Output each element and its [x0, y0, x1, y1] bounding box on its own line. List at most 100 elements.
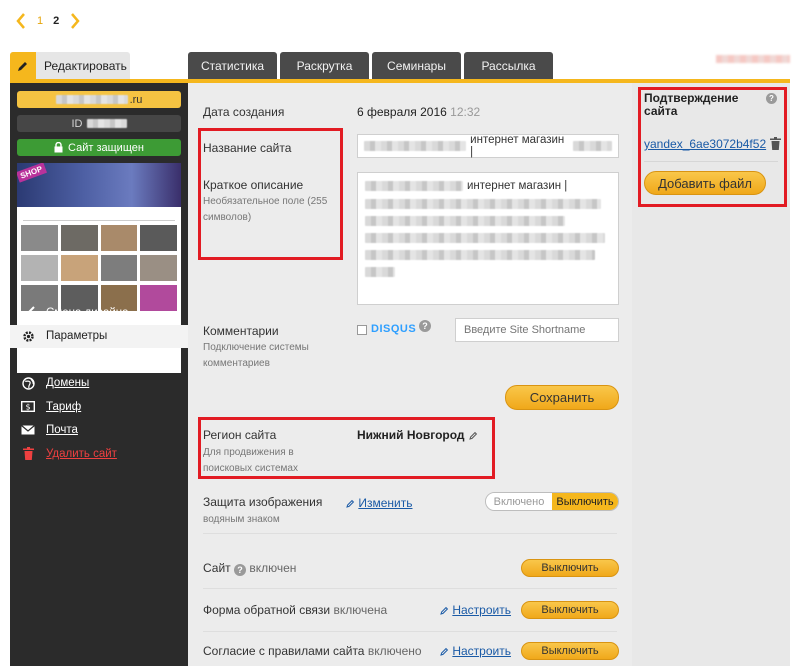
- blurred-description-line: [365, 199, 601, 209]
- divider: [203, 631, 617, 632]
- divider: [644, 161, 778, 162]
- main-settings-panel: Дата создания 6 февраля 2016 12:32 Назва…: [188, 83, 632, 666]
- tab-mailing[interactable]: Рассылка: [464, 52, 553, 79]
- blurred-domain: [55, 95, 128, 104]
- domain-suffix: .ru: [129, 93, 143, 106]
- image-protect-change-link[interactable]: Изменить: [346, 496, 412, 510]
- edit-region-icon[interactable]: [469, 429, 478, 443]
- domain-badge[interactable]: .ru: [17, 91, 181, 108]
- description-label: Краткое описание: [203, 178, 304, 192]
- lock-icon: [54, 142, 63, 153]
- blurred-description-line: [365, 233, 605, 243]
- pagination: 1 2: [10, 10, 86, 32]
- sidebar-item-design[interactable]: Смена дизайна: [10, 301, 188, 325]
- brush-icon: [20, 306, 36, 320]
- pencil-icon: [10, 52, 36, 79]
- thumbnail-banner: SHOP: [17, 163, 181, 207]
- region-label: Регион сайта: [203, 428, 277, 442]
- sidebar-item-shop[interactable]: Интернет-магазин: [10, 348, 188, 372]
- sidebar-menu: Смена дизайна Параметры Интернет-магазин…: [10, 301, 188, 466]
- site-id-label: ID: [71, 117, 83, 130]
- sidebar-item-parameters[interactable]: Параметры: [10, 324, 188, 348]
- disqus-logo: DISQUS: [371, 323, 417, 335]
- tab-edit[interactable]: Редактировать: [10, 52, 130, 79]
- site-name-input[interactable]: интернет магазин |: [357, 134, 619, 158]
- comments-hint: Подключение системы комментариев: [203, 342, 309, 369]
- save-button[interactable]: Сохранить: [505, 385, 619, 410]
- feedback-form-label: Форма обратной связи включена: [203, 603, 388, 617]
- feedback-disable-button[interactable]: Выключить: [521, 601, 619, 619]
- site-protected-label: Сайт защищен: [68, 141, 144, 154]
- change-link-label: Изменить: [358, 496, 413, 510]
- created-time: 12:32: [450, 105, 481, 119]
- sidebar-item-label: Интернет-магазин: [46, 353, 143, 366]
- verification-title: Подтверждение сайта: [644, 91, 739, 118]
- description-hint: Необязательное поле (255 символов): [203, 196, 328, 223]
- sidebar-item-mail[interactable]: Почта: [10, 419, 188, 443]
- image-protect-label: Защита изображения: [203, 495, 323, 509]
- comments-label: Комментарии: [203, 324, 279, 338]
- page-link-1[interactable]: 1: [37, 15, 43, 27]
- pencil-icon: [440, 648, 449, 657]
- sidebar: .ru ID Сайт защищен SHOP Смена дизайна П…: [10, 83, 188, 666]
- site-disable-button[interactable]: Выключить: [521, 559, 619, 577]
- sidebar-item-label: Удалить сайт: [46, 447, 117, 460]
- toggle-enabled-label: Включено: [486, 493, 552, 510]
- site-id-badge: ID: [17, 115, 181, 132]
- toggle-disable-label: Выключить: [552, 493, 618, 510]
- image-protect-toggle[interactable]: Включено Выключить: [485, 492, 619, 511]
- sidebar-item-label: Тариф: [46, 400, 82, 413]
- description-value: интернет магазин |: [467, 179, 568, 192]
- pencil-icon: [346, 500, 355, 509]
- sidebar-item-label: Домены: [46, 377, 90, 390]
- site-name-value: интернет магазин |: [470, 134, 565, 158]
- blurred-description: [365, 180, 463, 191]
- description-textarea[interactable]: интернет магазин |: [357, 172, 619, 305]
- page-current: 2: [53, 15, 60, 27]
- site-protected-badge: Сайт защищен: [17, 139, 181, 156]
- disqus-checkbox[interactable]: [357, 325, 367, 335]
- trash-icon[interactable]: [770, 137, 781, 153]
- created-label: Дата создания: [203, 105, 285, 119]
- region-hint: Для продвижения в поисковых системах: [203, 447, 298, 474]
- help-icon[interactable]: ?: [766, 93, 777, 104]
- pencil-icon: [440, 607, 449, 616]
- tab-statistics[interactable]: Статистика: [188, 52, 277, 79]
- created-value: 6 февраля 2016 12:32: [357, 105, 480, 119]
- disqus-shortname-input[interactable]: [455, 318, 619, 342]
- image-protect-hint: водяным знаком: [203, 514, 280, 525]
- tab-seminars[interactable]: Семинары: [372, 52, 461, 79]
- blurred-site-name: [364, 141, 467, 151]
- verification-panel: Подтверждение сайта ? yandex_6ae3072b4f5…: [632, 83, 790, 666]
- agreement-disable-button[interactable]: Выключить: [521, 642, 619, 660]
- sidebar-item-label: Смена дизайна: [46, 306, 129, 319]
- sidebar-item-label: Почта: [46, 424, 78, 437]
- tab-promotion[interactable]: Раскрутка: [280, 52, 369, 79]
- svg-text:$: $: [25, 403, 30, 412]
- thumbnail-badge: SHOP: [17, 163, 47, 183]
- blurred-description-line: [365, 250, 595, 260]
- blurred-site-id: [86, 119, 127, 128]
- dollar-icon: $: [20, 400, 36, 414]
- sidebar-item-label: Параметры: [46, 330, 108, 343]
- feedback-configure-link[interactable]: Настроить: [440, 603, 511, 617]
- blurred-site-name-end: [572, 141, 612, 151]
- add-file-button[interactable]: Добавить файл: [644, 171, 766, 195]
- help-icon[interactable]: ?: [234, 564, 247, 576]
- agreement-configure-link[interactable]: Настроить: [440, 644, 511, 658]
- sidebar-item-delete-site[interactable]: Удалить сайт: [10, 442, 188, 466]
- region-value: Нижний Новгород: [357, 428, 465, 442]
- site-name-label: Название сайта: [203, 141, 292, 155]
- gear-icon: [20, 329, 36, 343]
- sidebar-item-tariff[interactable]: $ Тариф: [10, 395, 188, 419]
- configure-link-label: Настроить: [452, 644, 511, 658]
- configure-link-label: Настроить: [452, 603, 511, 617]
- agreement-label: Согласие с правилами сайта включено: [203, 644, 422, 658]
- sidebar-item-domains[interactable]: Домены: [10, 372, 188, 396]
- chevron-right-icon[interactable]: [64, 10, 86, 32]
- chevron-left-icon[interactable]: [10, 10, 32, 32]
- blurred-description-line: [365, 267, 395, 277]
- help-icon[interactable]: ?: [419, 320, 431, 332]
- verification-file-link[interactable]: yandex_6ae3072b4f52: [644, 137, 766, 151]
- cart-icon: [20, 353, 36, 367]
